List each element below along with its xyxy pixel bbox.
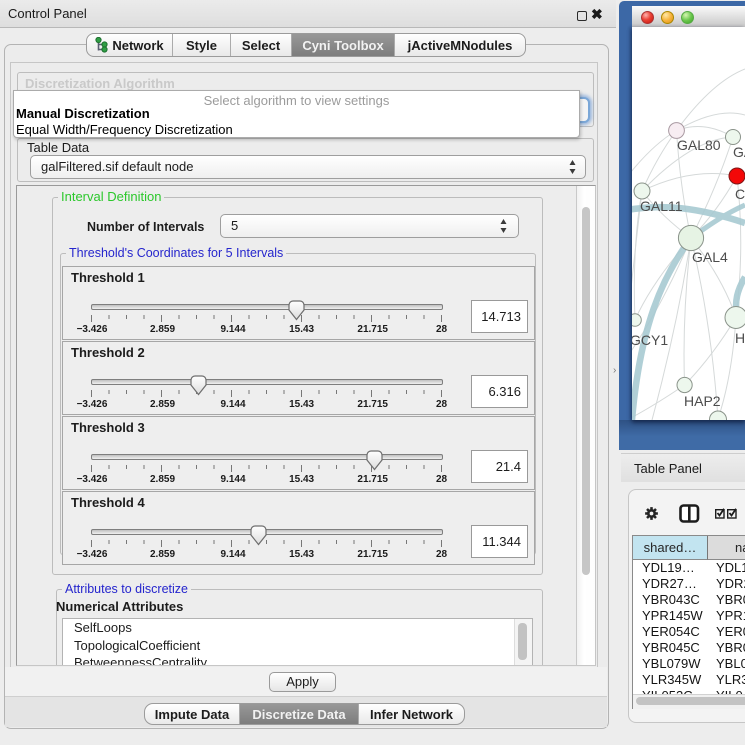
svg-text:GAL4: GAL4 [692, 249, 728, 265]
svg-text:C: C [735, 186, 745, 202]
svg-text:GA: GA [733, 144, 745, 160]
svg-text:GAL80: GAL80 [677, 137, 721, 153]
svg-text:H: H [735, 330, 745, 346]
svg-text:GAL11: GAL11 [640, 198, 683, 214]
svg-text:GCY1: GCY1 [632, 332, 668, 348]
svg-text:HAP2: HAP2 [684, 393, 721, 409]
